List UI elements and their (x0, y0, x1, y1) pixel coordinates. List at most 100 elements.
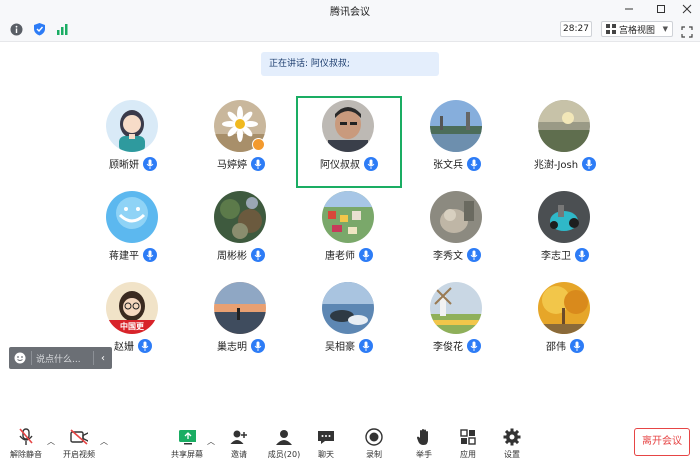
participant-tile[interactable]: 邵伟 (512, 278, 618, 370)
leave-meeting-button[interactable]: 离开会议 (634, 428, 690, 456)
chat-quick-input[interactable]: 说点什么... ‹ (9, 347, 112, 369)
maximize-icon[interactable] (648, 0, 674, 17)
participant-name: 邵伟 (546, 342, 566, 353)
raise-hand-button[interactable]: 举手 (404, 428, 444, 460)
participant-name: 兆澍-Josh (533, 160, 579, 171)
chat-placeholder[interactable]: 说点什么... (32, 352, 93, 365)
view-mode-dropdown[interactable]: 宫格视图 ▼ (601, 21, 673, 37)
start-video-button[interactable]: 开启视频 (59, 428, 99, 460)
chat-label: 聊天 (318, 450, 334, 459)
mic-on-icon (364, 156, 378, 171)
participant-name: 张文兵 (433, 160, 463, 171)
settings-button[interactable]: 设置 (492, 428, 532, 460)
collapse-arrow-icon[interactable]: ‹ (94, 347, 112, 369)
settings-label: 设置 (504, 450, 520, 459)
status-bar: 28:27 宫格视图 ▼ (0, 17, 700, 42)
participant-tile[interactable]: 吴相豪 (296, 278, 402, 370)
record-label: 录制 (366, 450, 382, 459)
meeting-window: 腾讯会议 28:27 宫格视图 ▼ 正在讲话: 阿仪叔叔; 顾晰妍 马婷婷 阿仪… (0, 0, 700, 461)
mic-on-icon (467, 247, 481, 262)
signal-icon[interactable] (55, 22, 69, 36)
participant-name: 李志卫 (541, 251, 571, 262)
invite-button[interactable]: 邀请 (219, 428, 259, 460)
avatar: 中国更 (106, 282, 158, 334)
participant-tile-active-speaker[interactable]: 阿仪叔叔 (296, 96, 402, 188)
participant-tile[interactable]: 李秀文 (404, 187, 510, 279)
title-bar: 腾讯会议 (0, 0, 700, 18)
mic-on-icon (582, 156, 597, 171)
fullscreen-icon[interactable] (681, 23, 693, 38)
minimize-icon[interactable] (616, 0, 642, 17)
unmute-label: 解除静音 (10, 450, 42, 459)
emoji-icon[interactable] (9, 347, 31, 369)
mic-on-icon (359, 338, 373, 353)
hand-icon (415, 428, 433, 446)
speaking-indicator: 正在讲话: 阿仪叔叔; (261, 52, 439, 76)
mic-on-icon (359, 247, 373, 262)
view-mode-label: 宫格视图 (619, 25, 656, 36)
avatar (322, 100, 374, 152)
meeting-toolbar: 解除静音 ︿ 开启视频 ︿ 共享屏幕 ︿ 邀请 成员(20) 聊天 录制 举手 … (0, 424, 700, 461)
meeting-timer: 28:27 (560, 21, 592, 37)
chat-button[interactable]: 聊天 (306, 428, 346, 460)
mic-on-icon (570, 338, 584, 353)
unmute-button[interactable]: 解除静音 (6, 428, 46, 460)
participant-tile[interactable]: 马婷婷 (188, 96, 294, 188)
participant-tile[interactable]: 唐老师 (296, 187, 402, 279)
participant-tile[interactable]: 兆澍-Josh (512, 96, 618, 188)
participant-tile[interactable]: 李俊花 (404, 278, 510, 370)
mic-on-icon (143, 156, 157, 171)
avatar (214, 191, 266, 243)
mic-on-icon (467, 156, 481, 171)
avatar (538, 100, 590, 152)
avatar (538, 191, 590, 243)
participant-name: 蒋建平 (109, 251, 139, 262)
security-shield-icon[interactable] (32, 22, 46, 36)
record-button[interactable]: 录制 (354, 428, 394, 460)
caret-up-icon[interactable]: ︿ (47, 436, 55, 447)
record-icon (365, 428, 383, 446)
members-button[interactable]: 成员(20) (264, 428, 304, 460)
participant-name: 顾晰妍 (109, 160, 139, 171)
info-icon[interactable] (9, 22, 23, 36)
avatar (430, 282, 482, 334)
apps-grid-icon (459, 428, 477, 446)
mic-muted-icon (17, 428, 35, 446)
caret-up-icon[interactable]: ︿ (207, 436, 215, 447)
caret-down-icon: ▼ (662, 25, 668, 33)
share-screen-button[interactable]: 共享屏幕 (167, 428, 207, 460)
apps-button[interactable]: 应用 (448, 428, 488, 460)
participant-name: 阿仪叔叔 (320, 160, 360, 171)
mic-on-icon (138, 338, 152, 353)
raise-hand-label: 举手 (416, 450, 432, 459)
avatar (106, 191, 158, 243)
participant-name: 马婷婷 (217, 160, 247, 171)
participant-tile[interactable]: 周彬彬 (188, 187, 294, 279)
gear-icon (503, 428, 521, 446)
caret-up-icon[interactable]: ︿ (100, 436, 108, 447)
video-off-icon (70, 428, 88, 446)
participant-name: 吴相豪 (325, 342, 355, 353)
participant-name: 周彬彬 (217, 251, 247, 262)
participant-tile[interactable]: 蒋建平 (80, 187, 186, 279)
participant-tile[interactable]: 张文兵 (404, 96, 510, 188)
close-icon[interactable] (674, 0, 700, 17)
mic-on-icon (467, 338, 481, 353)
avatar (214, 282, 266, 334)
participant-tile[interactable]: 李志卫 (512, 187, 618, 279)
avatar-caption: 中国更 (120, 322, 144, 331)
avatar (322, 282, 374, 334)
mic-on-icon (251, 338, 265, 353)
participant-tile[interactable]: 巢志明 (188, 278, 294, 370)
grid-icon (606, 24, 616, 34)
avatar (106, 100, 158, 152)
invite-label: 邀请 (231, 450, 247, 459)
add-user-icon (230, 428, 248, 446)
participant-tile[interactable]: 顾晰妍 (80, 96, 186, 188)
share-screen-icon (178, 428, 196, 446)
participant-name: 李秀文 (433, 251, 463, 262)
participant-name: 唐老师 (325, 251, 355, 262)
chat-bubble-icon (317, 428, 335, 446)
avatar (430, 100, 482, 152)
members-label: 成员(20) (267, 450, 301, 459)
